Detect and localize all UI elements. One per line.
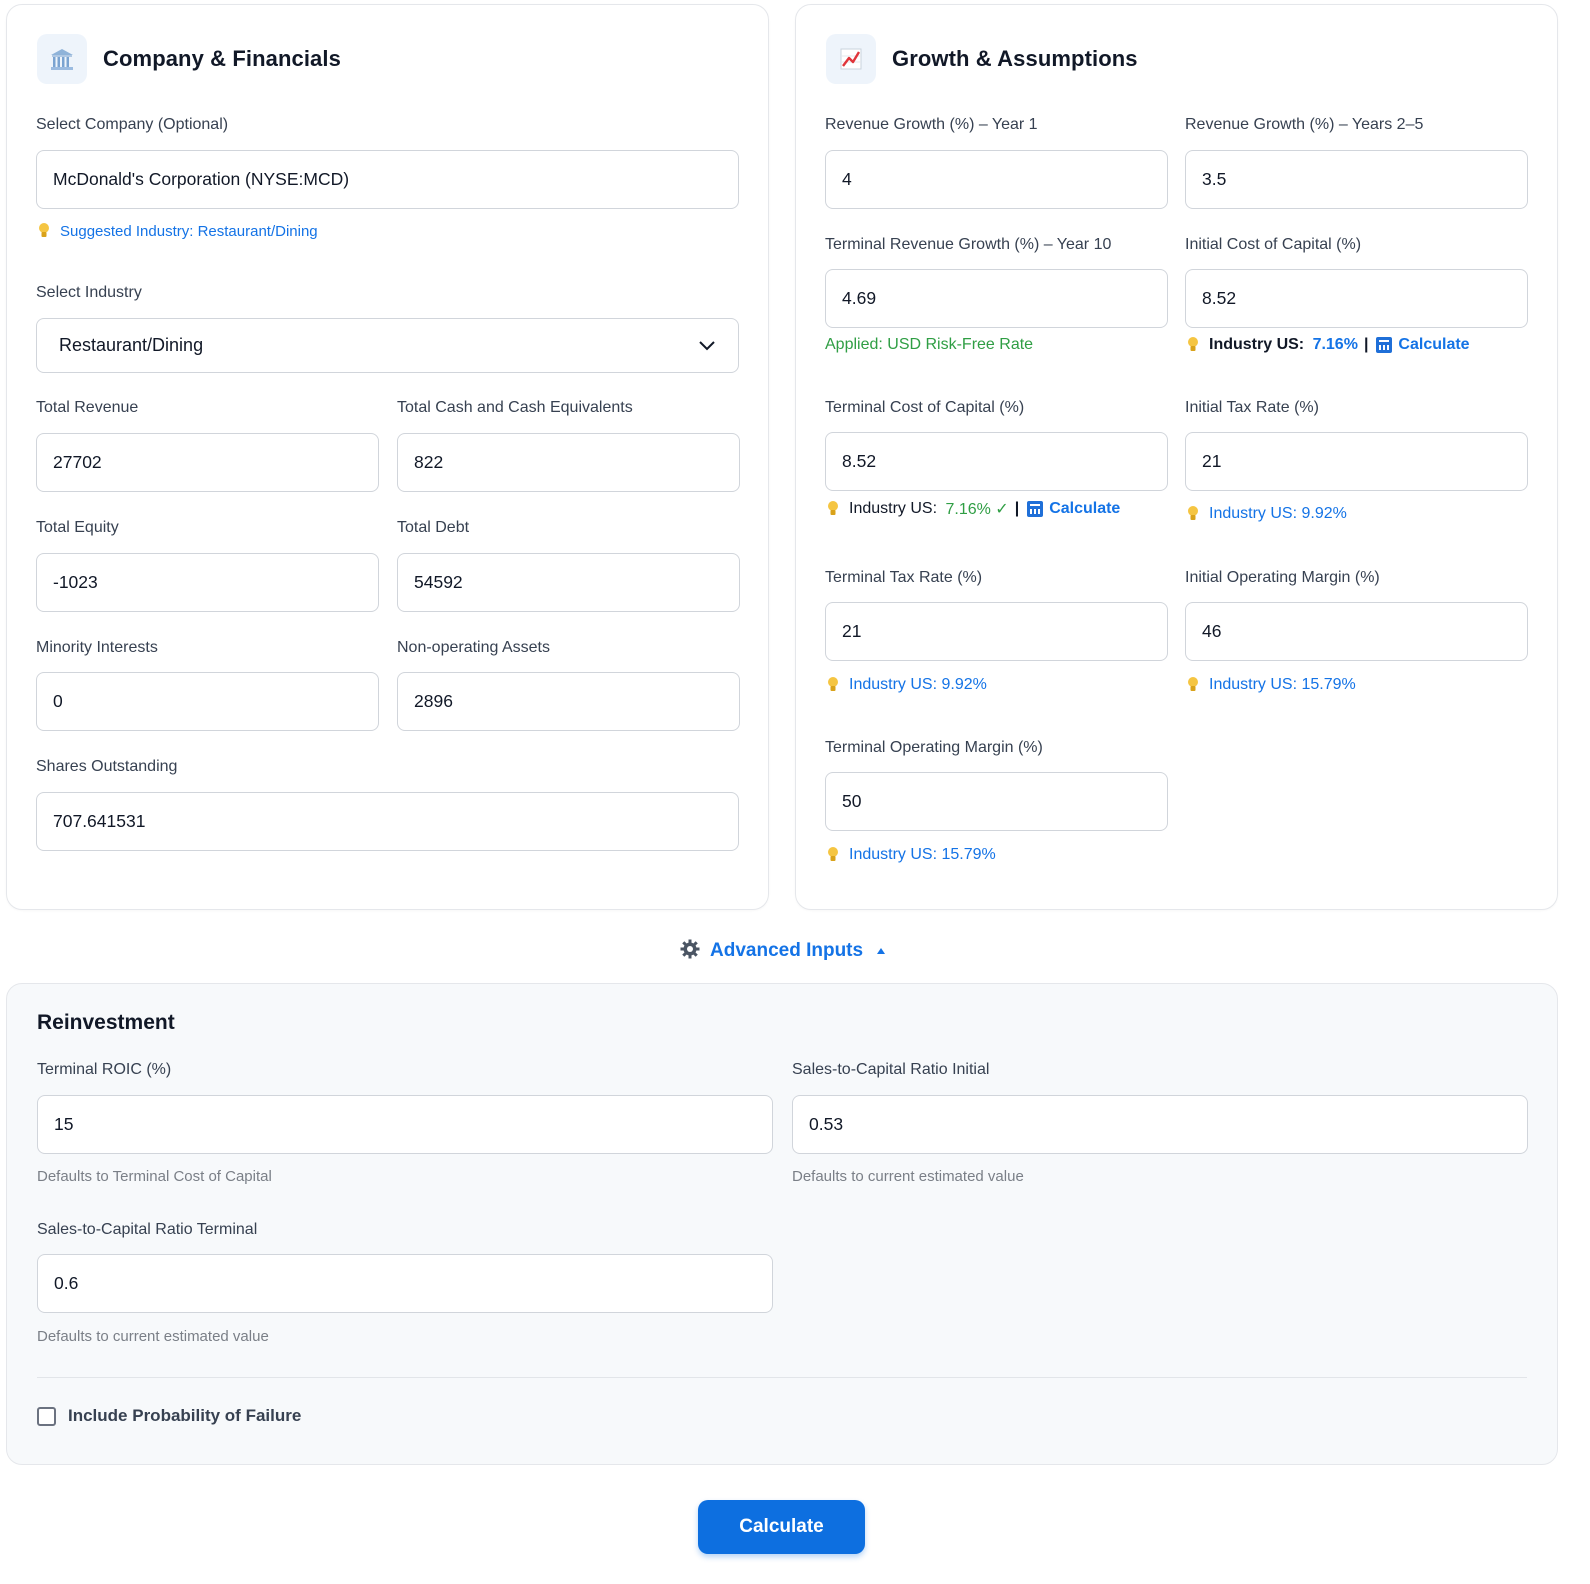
initial-coc-hint: Industry US: 7.16% | Calculate xyxy=(1187,336,1470,354)
chart-increasing-icon xyxy=(826,34,876,84)
total-equity-input[interactable]: -1023 xyxy=(36,553,379,612)
stc-initial-input[interactable]: 0.53 xyxy=(792,1095,1528,1154)
initial-margin-hint-text: Industry US: 15.79% xyxy=(1209,676,1356,693)
initial-margin-hint: Industry US: 15.79% xyxy=(1187,676,1356,694)
lightbulb-icon xyxy=(827,500,839,518)
probability-failure-label[interactable]: Include Probability of Failure xyxy=(68,1406,301,1426)
lightbulb-icon xyxy=(38,222,50,240)
bank-building-icon xyxy=(37,34,87,84)
initial-tax-input[interactable]: 21 xyxy=(1185,432,1528,491)
terminal-roic-note: Defaults to Terminal Cost of Capital xyxy=(37,1168,272,1185)
rev-growth-y1-input[interactable]: 4 xyxy=(825,150,1168,209)
company-financials-title: Company & Financials xyxy=(103,46,341,71)
terminal-tax-input[interactable]: 21 xyxy=(825,602,1168,661)
initial-tax-hint-text: Industry US: 9.92% xyxy=(1209,505,1347,522)
growth-assumptions-title: Growth & Assumptions xyxy=(892,46,1138,71)
total-debt-input[interactable]: 54592 xyxy=(397,553,740,612)
terminal-coc-hint-value: 7.16% ✓ xyxy=(945,501,1009,518)
growth-assumptions-card: Growth & Assumptions Revenue Growth (%) … xyxy=(795,4,1558,910)
growth-assumptions-header: Growth & Assumptions xyxy=(826,33,1138,85)
industry-select[interactable]: Restaurant/Dining xyxy=(36,318,739,373)
company-financials-header: Company & Financials xyxy=(37,33,341,85)
lightbulb-icon xyxy=(1187,336,1199,354)
total-revenue-label: Total Revenue xyxy=(36,399,139,416)
rev-growth-y25-input[interactable]: 3.5 xyxy=(1185,150,1528,209)
divider xyxy=(37,1377,1527,1378)
stc-initial-label: Sales-to-Capital Ratio Initial xyxy=(792,1061,990,1078)
terminal-growth-note: Applied: USD Risk-Free Rate xyxy=(825,336,1034,353)
minority-interests-label: Minority Interests xyxy=(36,639,158,656)
stc-initial-note: Defaults to current estimated value xyxy=(792,1168,1024,1185)
lightbulb-icon xyxy=(1187,676,1199,694)
total-cash-label: Total Cash and Cash Equivalents xyxy=(397,399,633,416)
advanced-inputs-label[interactable]: Advanced Inputs xyxy=(710,940,863,962)
terminal-coc-hint: Industry US: 7.16% ✓ | Calculate xyxy=(827,499,1120,519)
shares-outstanding-input[interactable]: 707.641531 xyxy=(36,792,739,851)
stc-terminal-label: Sales-to-Capital Ratio Terminal xyxy=(37,1221,258,1238)
initial-coc-hint-value: 7.16% xyxy=(1312,336,1358,353)
initial-tax-label: Initial Tax Rate (%) xyxy=(1185,399,1319,416)
terminal-coc-calculate-link[interactable]: Calculate xyxy=(1049,500,1120,518)
terminal-margin-input[interactable]: 50 xyxy=(825,772,1168,831)
calculate-button[interactable]: Calculate xyxy=(698,1500,865,1554)
company-input[interactable]: McDonald's Corporation (NYSE:MCD) xyxy=(36,150,739,209)
stc-terminal-input[interactable]: 0.6 xyxy=(37,1254,773,1313)
terminal-growth-input[interactable]: 4.69 xyxy=(825,269,1168,328)
terminal-margin-hint: Industry US: 15.79% xyxy=(827,846,996,864)
rev-growth-y1-label: Revenue Growth (%) – Year 1 xyxy=(825,116,1038,133)
lightbulb-icon xyxy=(827,846,839,864)
terminal-tax-hint: Industry US: 9.92% xyxy=(827,676,987,694)
suggested-industry-hint[interactable]: Suggested Industry: Restaurant/Dining xyxy=(38,222,318,240)
total-debt-label: Total Debt xyxy=(397,519,470,536)
company-financials-card: Company & Financials Select Company (Opt… xyxy=(6,4,769,910)
industry-label: Select Industry xyxy=(36,284,142,301)
total-equity-label: Total Equity xyxy=(36,519,119,536)
terminal-margin-hint-text: Industry US: 15.79% xyxy=(849,846,996,863)
terminal-coc-input[interactable]: 8.52 xyxy=(825,432,1168,491)
company-label: Select Company (Optional) xyxy=(36,116,229,133)
total-cash-input[interactable]: 822 xyxy=(397,433,740,492)
terminal-roic-input[interactable]: 15 xyxy=(37,1095,773,1154)
terminal-tax-hint-text: Industry US: 9.92% xyxy=(849,676,987,693)
calculator-icon xyxy=(1376,337,1393,353)
probability-failure-row[interactable]: Include Probability of Failure xyxy=(37,1406,301,1426)
lightbulb-icon xyxy=(827,676,839,694)
stc-terminal-note: Defaults to current estimated value xyxy=(37,1328,269,1345)
advanced-inputs-card: Reinvestment Terminal ROIC (%) 15 Defaul… xyxy=(6,983,1558,1465)
total-revenue-input[interactable]: 27702 xyxy=(36,433,379,492)
gear-icon xyxy=(680,939,700,964)
lightbulb-icon xyxy=(1187,505,1199,523)
terminal-margin-label: Terminal Operating Margin (%) xyxy=(825,739,1043,756)
reinvestment-title: Reinvestment xyxy=(37,1011,175,1034)
calculator-icon xyxy=(1027,501,1044,517)
initial-coc-hint-prefix: Industry US: xyxy=(1209,336,1309,353)
industry-select-value: Restaurant/Dining xyxy=(59,335,204,355)
nonoperating-assets-input[interactable]: 2896 xyxy=(397,672,740,731)
initial-coc-label: Initial Cost of Capital (%) xyxy=(1185,236,1362,253)
chevron-down-icon xyxy=(698,335,716,356)
terminal-coc-label: Terminal Cost of Capital (%) xyxy=(825,399,1025,416)
terminal-roic-label: Terminal ROIC (%) xyxy=(37,1061,172,1078)
advanced-inputs-toggle[interactable]: Advanced Inputs xyxy=(680,937,886,965)
nonoperating-assets-label: Non-operating Assets xyxy=(397,639,550,656)
initial-coc-hint-separator: | xyxy=(1363,336,1369,353)
terminal-coc-hint-separator: | xyxy=(1014,500,1020,517)
terminal-growth-label: Terminal Revenue Growth (%) – Year 10 xyxy=(825,236,1112,253)
rev-growth-y25-label: Revenue Growth (%) – Years 2–5 xyxy=(1185,116,1424,133)
shares-outstanding-label: Shares Outstanding xyxy=(36,758,178,775)
initial-coc-calculate-link[interactable]: Calculate xyxy=(1398,336,1469,354)
minority-interests-input[interactable]: 0 xyxy=(36,672,379,731)
caret-up-icon xyxy=(877,948,886,954)
initial-tax-hint: Industry US: 9.92% xyxy=(1187,505,1347,523)
probability-failure-checkbox[interactable] xyxy=(37,1406,56,1426)
initial-margin-input[interactable]: 46 xyxy=(1185,602,1528,661)
terminal-coc-hint-prefix: Industry US: xyxy=(849,500,942,517)
initial-coc-input[interactable]: 8.52 xyxy=(1185,269,1528,328)
initial-margin-label: Initial Operating Margin (%) xyxy=(1185,569,1380,586)
terminal-tax-label: Terminal Tax Rate (%) xyxy=(825,569,983,586)
suggested-industry-text[interactable]: Suggested Industry: Restaurant/Dining xyxy=(60,223,318,240)
